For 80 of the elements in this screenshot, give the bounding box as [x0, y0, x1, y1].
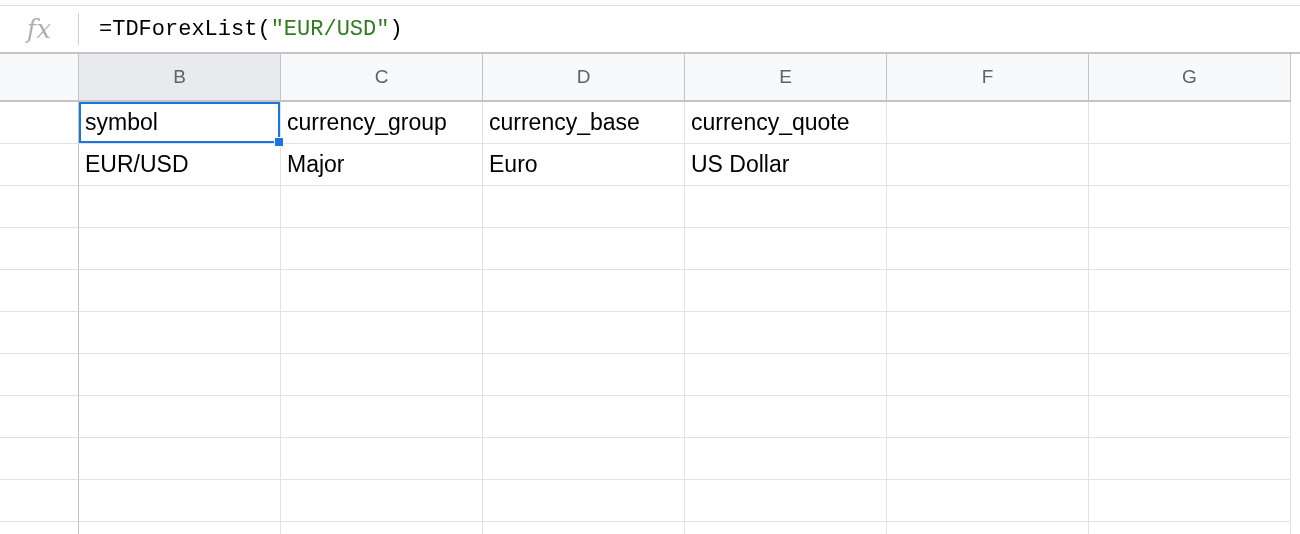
empty-cell[interactable] — [1089, 354, 1291, 396]
empty-cell[interactable] — [281, 186, 483, 228]
empty-cell[interactable] — [483, 312, 685, 354]
empty-cell[interactable] — [483, 480, 685, 522]
row-header[interactable] — [0, 354, 79, 396]
empty-cell[interactable] — [483, 396, 685, 438]
table-cell[interactable]: US Dollar — [685, 144, 887, 186]
empty-cell[interactable] — [685, 438, 887, 480]
empty-cell[interactable] — [887, 480, 1089, 522]
table-cell[interactable]: currency_group — [281, 102, 483, 144]
empty-cell[interactable] — [79, 354, 281, 396]
column-header[interactable]: E — [685, 54, 887, 102]
empty-cell[interactable] — [887, 312, 1089, 354]
empty-cell[interactable] — [685, 396, 887, 438]
empty-cell[interactable] — [887, 354, 1089, 396]
row-header[interactable] — [0, 312, 79, 354]
column-header[interactable]: D — [483, 54, 685, 102]
empty-cell[interactable] — [281, 354, 483, 396]
empty-cell[interactable] — [887, 438, 1089, 480]
empty-cell[interactable] — [1089, 270, 1291, 312]
empty-cell[interactable] — [685, 480, 887, 522]
table-cell[interactable]: EUR/USD — [79, 144, 281, 186]
empty-cell[interactable] — [887, 396, 1089, 438]
empty-cell[interactable] — [79, 480, 281, 522]
empty-cell[interactable] — [483, 270, 685, 312]
empty-cell[interactable] — [483, 228, 685, 270]
empty-cell[interactable] — [281, 312, 483, 354]
row-header[interactable] — [0, 438, 79, 480]
empty-cell[interactable] — [1089, 102, 1291, 144]
empty-cell[interactable] — [79, 186, 281, 228]
table-cell[interactable]: currency_quote — [685, 102, 887, 144]
row-header[interactable] — [0, 228, 79, 270]
empty-cell[interactable] — [887, 228, 1089, 270]
table-cell[interactable]: Major — [281, 144, 483, 186]
empty-cell[interactable] — [1089, 228, 1291, 270]
empty-cell[interactable] — [281, 396, 483, 438]
row-header[interactable] — [0, 186, 79, 228]
row-header[interactable] — [0, 396, 79, 438]
column-header[interactable]: F — [887, 54, 1089, 102]
empty-cell[interactable] — [483, 438, 685, 480]
empty-cell[interactable] — [79, 270, 281, 312]
fill-handle[interactable] — [274, 137, 284, 147]
row-header[interactable] — [0, 480, 79, 522]
empty-cell[interactable] — [281, 228, 483, 270]
table-cell[interactable]: Euro — [483, 144, 685, 186]
column-header[interactable]: G — [1089, 54, 1291, 102]
empty-cell[interactable] — [79, 228, 281, 270]
empty-cell[interactable] — [483, 354, 685, 396]
empty-cell[interactable] — [1089, 312, 1291, 354]
empty-cell[interactable] — [887, 102, 1089, 144]
empty-cell[interactable] — [1089, 438, 1291, 480]
empty-cell[interactable] — [1089, 144, 1291, 186]
column-header[interactable]: B — [79, 54, 281, 102]
empty-cell[interactable] — [281, 480, 483, 522]
empty-cell[interactable] — [887, 270, 1089, 312]
row-header[interactable] — [0, 144, 79, 186]
empty-cell[interactable] — [483, 186, 685, 228]
empty-cell[interactable] — [685, 186, 887, 228]
empty-cell[interactable] — [685, 270, 887, 312]
empty-cell[interactable] — [887, 144, 1089, 186]
column-header[interactable]: C — [281, 54, 483, 102]
empty-cell[interactable] — [281, 270, 483, 312]
formula-text[interactable]: =TDForexList("EUR/USD") — [99, 16, 403, 42]
function-icon: fx — [0, 14, 78, 44]
empty-cell[interactable] — [79, 396, 281, 438]
row-header[interactable] — [0, 270, 79, 312]
table-cell[interactable]: symbol — [79, 102, 281, 144]
empty-cell[interactable] — [685, 354, 887, 396]
empty-cell[interactable] — [685, 312, 887, 354]
select-all-corner[interactable] — [0, 54, 79, 102]
empty-cell[interactable] — [79, 312, 281, 354]
empty-cell[interactable] — [281, 438, 483, 480]
empty-cell[interactable] — [1089, 396, 1291, 438]
table-cell[interactable]: currency_base — [483, 102, 685, 144]
empty-cell[interactable] — [1089, 186, 1291, 228]
row-header[interactable] — [0, 102, 79, 144]
empty-cell[interactable] — [685, 228, 887, 270]
empty-cell[interactable] — [1089, 480, 1291, 522]
empty-cell[interactable] — [887, 186, 1089, 228]
empty-cell[interactable] — [79, 438, 281, 480]
